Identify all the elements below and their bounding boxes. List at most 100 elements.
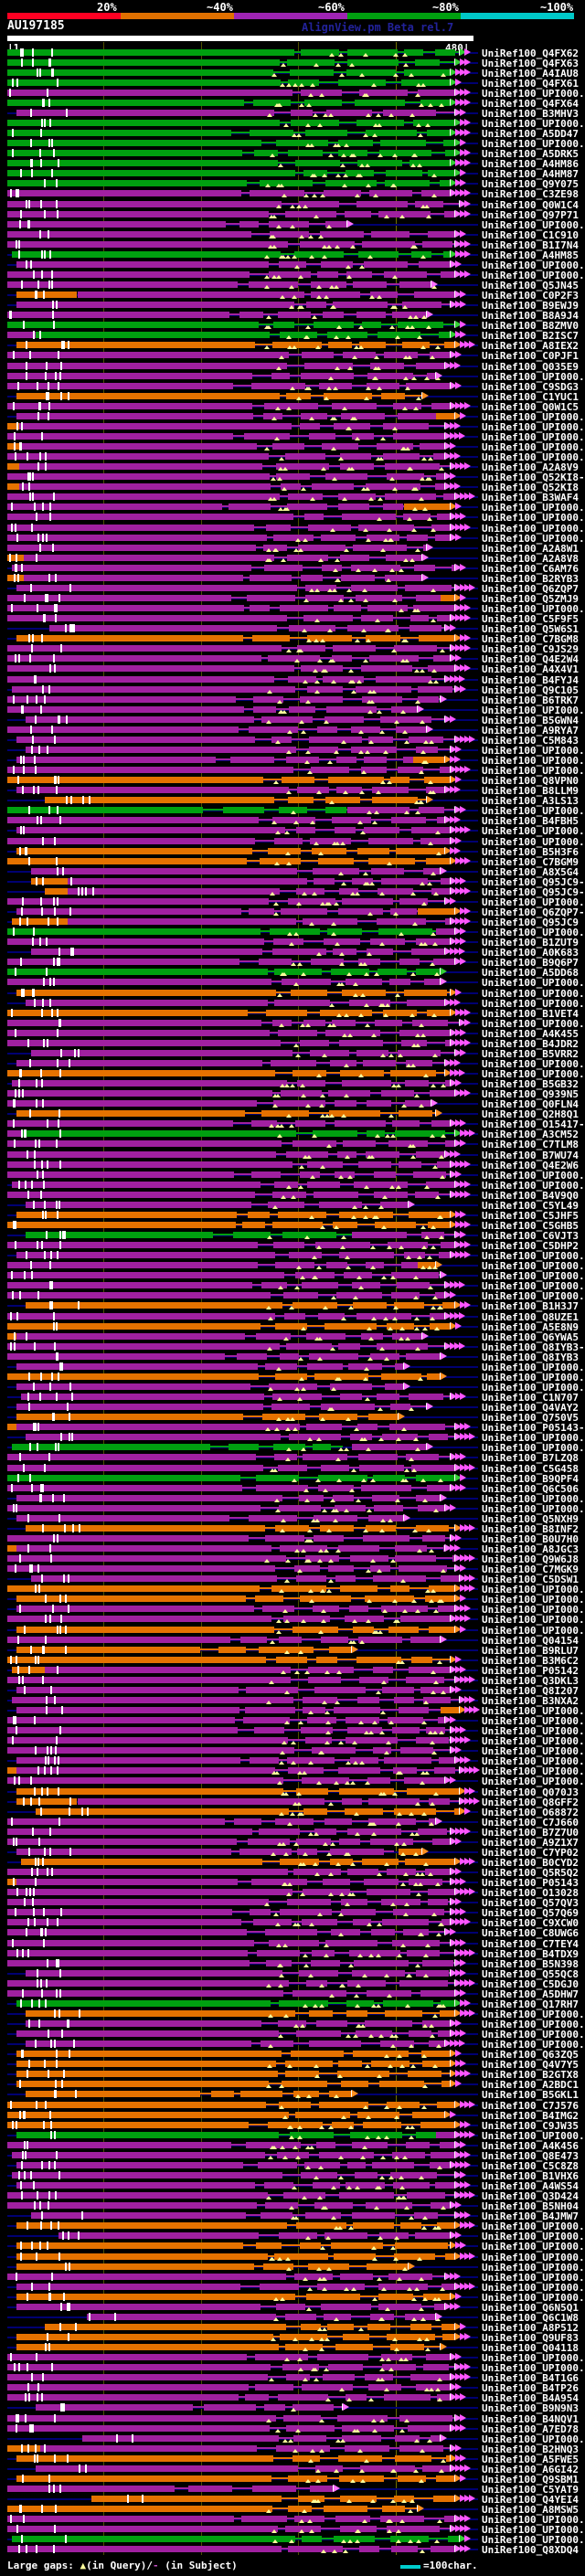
alignment-row[interactable]: UniRef100_C1N707: [0, 1392, 585, 1404]
alignment-row[interactable]: UniRef100_UPI000..: [0, 1755, 585, 1767]
alignment-row[interactable]: UniRef100_Q5JN45: [0, 280, 585, 292]
alignment-row[interactable]: UniRef100_UPI000..: [0, 2130, 585, 2142]
alignment-row[interactable]: UniRef100_Q04118: [0, 2342, 585, 2354]
alignment-row[interactable]: UniRef100_B4TP26: [0, 2382, 585, 2394]
alignment-row[interactable]: UniRef100_Q4VAY2: [0, 1402, 585, 1414]
alignment-row[interactable]: UniRef100_Q2H8Q1: [0, 1108, 585, 1120]
alignment-row[interactable]: UniRef100_Q9UF83: [0, 2332, 585, 2344]
alignment-row[interactable]: UniRef100_C8UWG6: [0, 1927, 585, 1939]
alignment-row[interactable]: UniRef100_Q9Y075: [0, 178, 585, 190]
alignment-row[interactable]: UniRef100_UPI000..: [0, 441, 585, 453]
alignment-row[interactable]: UniRef100_UPI000..: [0, 411, 585, 423]
alignment-row[interactable]: UniRef100_Q4FX61: [0, 78, 585, 90]
alignment-row[interactable]: UniRef100_Q04154: [0, 1635, 585, 1647]
alignment-row[interactable]: UniRef100_UPI000..: [0, 2231, 585, 2242]
alignment-row[interactable]: UniRef100_B4A954: [0, 2392, 585, 2404]
alignment-row[interactable]: UniRef100_Q070J3: [0, 1786, 585, 1798]
alignment-row[interactable]: UniRef100_Q8VPN0: [0, 775, 585, 787]
alignment-row[interactable]: UniRef100_Q52KI8: [0, 482, 585, 493]
alignment-row[interactable]: UniRef100_Q8E473: [0, 2150, 585, 2162]
alignment-row[interactable]: UniRef100_UPI000..: [0, 1280, 585, 1292]
alignment-row[interactable]: UniRef100_UPI000..: [0, 2362, 585, 2374]
alignment-row[interactable]: UniRef100_A5DHW7: [0, 1988, 585, 2000]
alignment-row[interactable]: UniRef100_B0U7H0: [0, 1533, 585, 1545]
alignment-row[interactable]: UniRef100_UPI000..: [0, 2292, 585, 2304]
alignment-row[interactable]: UniRef100_C5G458: [0, 1463, 585, 1475]
alignment-row[interactable]: UniRef100_UPI000..: [0, 1018, 585, 1030]
alignment-row[interactable]: UniRef100_B3NXA2: [0, 1695, 585, 1707]
alignment-row[interactable]: UniRef100_B5VRR2: [0, 1048, 585, 1060]
alignment-row[interactable]: UniRef100_UPI000..: [0, 1170, 585, 1182]
alignment-row[interactable]: UniRef100_Q57QV3: [0, 1897, 585, 1909]
alignment-row[interactable]: UniRef100_A8P512: [0, 2322, 585, 2334]
alignment-row[interactable]: UniRef100_B9QPF4: [0, 1473, 585, 1485]
alignment-row[interactable]: UniRef100_O15417-2: [0, 1118, 585, 1130]
alignment-row[interactable]: UniRef100_UPI000..: [0, 1058, 585, 1070]
alignment-row[interactable]: UniRef100_UPI000..: [0, 533, 585, 545]
alignment-row[interactable]: UniRef100_O68872: [0, 1807, 585, 1818]
alignment-row[interactable]: UniRef100_UPI000..: [0, 2282, 585, 2294]
alignment-row[interactable]: UniRef100_B7Z7U0: [0, 1827, 585, 1839]
alignment-row[interactable]: UniRef100_UPI000..: [0, 371, 585, 383]
alignment-row[interactable]: UniRef100_B9EWJ9: [0, 300, 585, 312]
alignment-row[interactable]: UniRef100_UPI000..: [0, 219, 585, 231]
alignment-row[interactable]: UniRef100_B5NH04: [0, 2200, 585, 2212]
alignment-row[interactable]: UniRef100_B8A9J4: [0, 310, 585, 322]
alignment-row[interactable]: UniRef100_C7J576: [0, 2100, 585, 2112]
alignment-row[interactable]: UniRef100_B3MHV3: [0, 108, 585, 120]
alignment-row[interactable]: UniRef100_Q9W6J8: [0, 1553, 585, 1565]
alignment-row[interactable]: UniRef100_A4IAU8: [0, 68, 585, 80]
alignment-row[interactable]: UniRef100_UPI000..: [0, 2039, 585, 2051]
alignment-row[interactable]: UniRef100_C9JS29: [0, 643, 585, 655]
alignment-row[interactable]: UniRef100_A5E8N9: [0, 1321, 585, 1333]
alignment-row[interactable]: UniRef100_B4TDX9: [0, 1948, 585, 1960]
alignment-row[interactable]: UniRef100_Q3DKL3: [0, 1675, 585, 1687]
alignment-row[interactable]: UniRef100_B1VHX6: [0, 2170, 585, 2182]
alignment-row[interactable]: UniRef100_C5F9F5: [0, 613, 585, 625]
alignment-row[interactable]: UniRef100_UPI000..: [0, 745, 585, 757]
alignment-row[interactable]: UniRef100_UPI000..: [0, 705, 585, 716]
alignment-row[interactable]: UniRef100_Q4FX64: [0, 98, 585, 110]
alignment-row[interactable]: UniRef100_Q5ZMJ9: [0, 593, 585, 605]
alignment-row[interactable]: UniRef100_UPI000..: [0, 88, 585, 100]
alignment-row[interactable]: UniRef100_UPI000..: [0, 138, 585, 150]
alignment-row[interactable]: UniRef100_B5N398: [0, 1958, 585, 1970]
alignment-row[interactable]: UniRef100_A2A8V8: [0, 553, 585, 565]
alignment-row[interactable]: UniRef100_Q8I207: [0, 1685, 585, 1697]
alignment-row[interactable]: UniRef100_UPI000..: [0, 2252, 585, 2263]
alignment-row[interactable]: UniRef100_Q5W6S1: [0, 623, 585, 635]
alignment-row[interactable]: UniRef100_A3LS13: [0, 795, 585, 807]
alignment-row[interactable]: UniRef100_A5DD47: [0, 128, 585, 140]
alignment-row[interactable]: UniRef100_UPI000..: [0, 1745, 585, 1757]
alignment-row[interactable]: UniRef100_B8LLM9: [0, 785, 585, 797]
alignment-row[interactable]: UniRef100_UPI000..: [0, 1068, 585, 1080]
alignment-row[interactable]: UniRef100_O13028: [0, 1887, 585, 1899]
alignment-row[interactable]: UniRef100_UPI000..: [0, 2029, 585, 2041]
alignment-row[interactable]: UniRef100_Q5NXH9: [0, 1513, 585, 1525]
alignment-row[interactable]: UniRef100_Q57Q69: [0, 1907, 585, 1919]
alignment-row[interactable]: UniRef100_A9RYA7: [0, 725, 585, 737]
alignment-row[interactable]: UniRef100_C5M843: [0, 735, 585, 747]
alignment-row[interactable]: UniRef100_B7WU74: [0, 1150, 585, 1161]
alignment-row[interactable]: UniRef100_C9JW35: [0, 2120, 585, 2132]
alignment-row[interactable]: UniRef100_Q95JC9-3: [0, 886, 585, 898]
alignment-row[interactable]: UniRef100_B1ZUT9: [0, 937, 585, 949]
alignment-row[interactable]: UniRef100_UPI000..: [0, 260, 585, 271]
alignment-row[interactable]: UniRef100_UPI000..: [0, 1270, 585, 1282]
alignment-row[interactable]: UniRef100_Q4E2W4: [0, 653, 585, 665]
alignment-row[interactable]: UniRef100_UPI000..: [0, 421, 585, 433]
alignment-row[interactable]: UniRef100_UPI000..: [0, 977, 585, 989]
alignment-row[interactable]: UniRef100_A8X5G4: [0, 866, 585, 878]
alignment-row[interactable]: UniRef100_UPI000..: [0, 1765, 585, 1777]
alignment-row[interactable]: UniRef100_A3CM52: [0, 1129, 585, 1140]
alignment-row[interactable]: UniRef100_UPI000..: [0, 1584, 585, 1595]
alignment-row[interactable]: UniRef100_UPI000..: [0, 805, 585, 817]
alignment-row[interactable]: UniRef100_UPI000..: [0, 1594, 585, 1606]
alignment-row[interactable]: UniRef100_C7BGM9: [0, 856, 585, 868]
alignment-row[interactable]: UniRef100_UPI000..: [0, 603, 585, 615]
alignment-row[interactable]: UniRef100_B5H3F6: [0, 846, 585, 858]
alignment-row[interactable]: UniRef100_C5DGJ0: [0, 1978, 585, 1990]
alignment-row[interactable]: UniRef100_C7YP02: [0, 1847, 585, 1859]
alignment-row[interactable]: UniRef100_A4HM87: [0, 168, 585, 180]
alignment-row[interactable]: UniRef100_Q6C1W8: [0, 2312, 585, 2324]
